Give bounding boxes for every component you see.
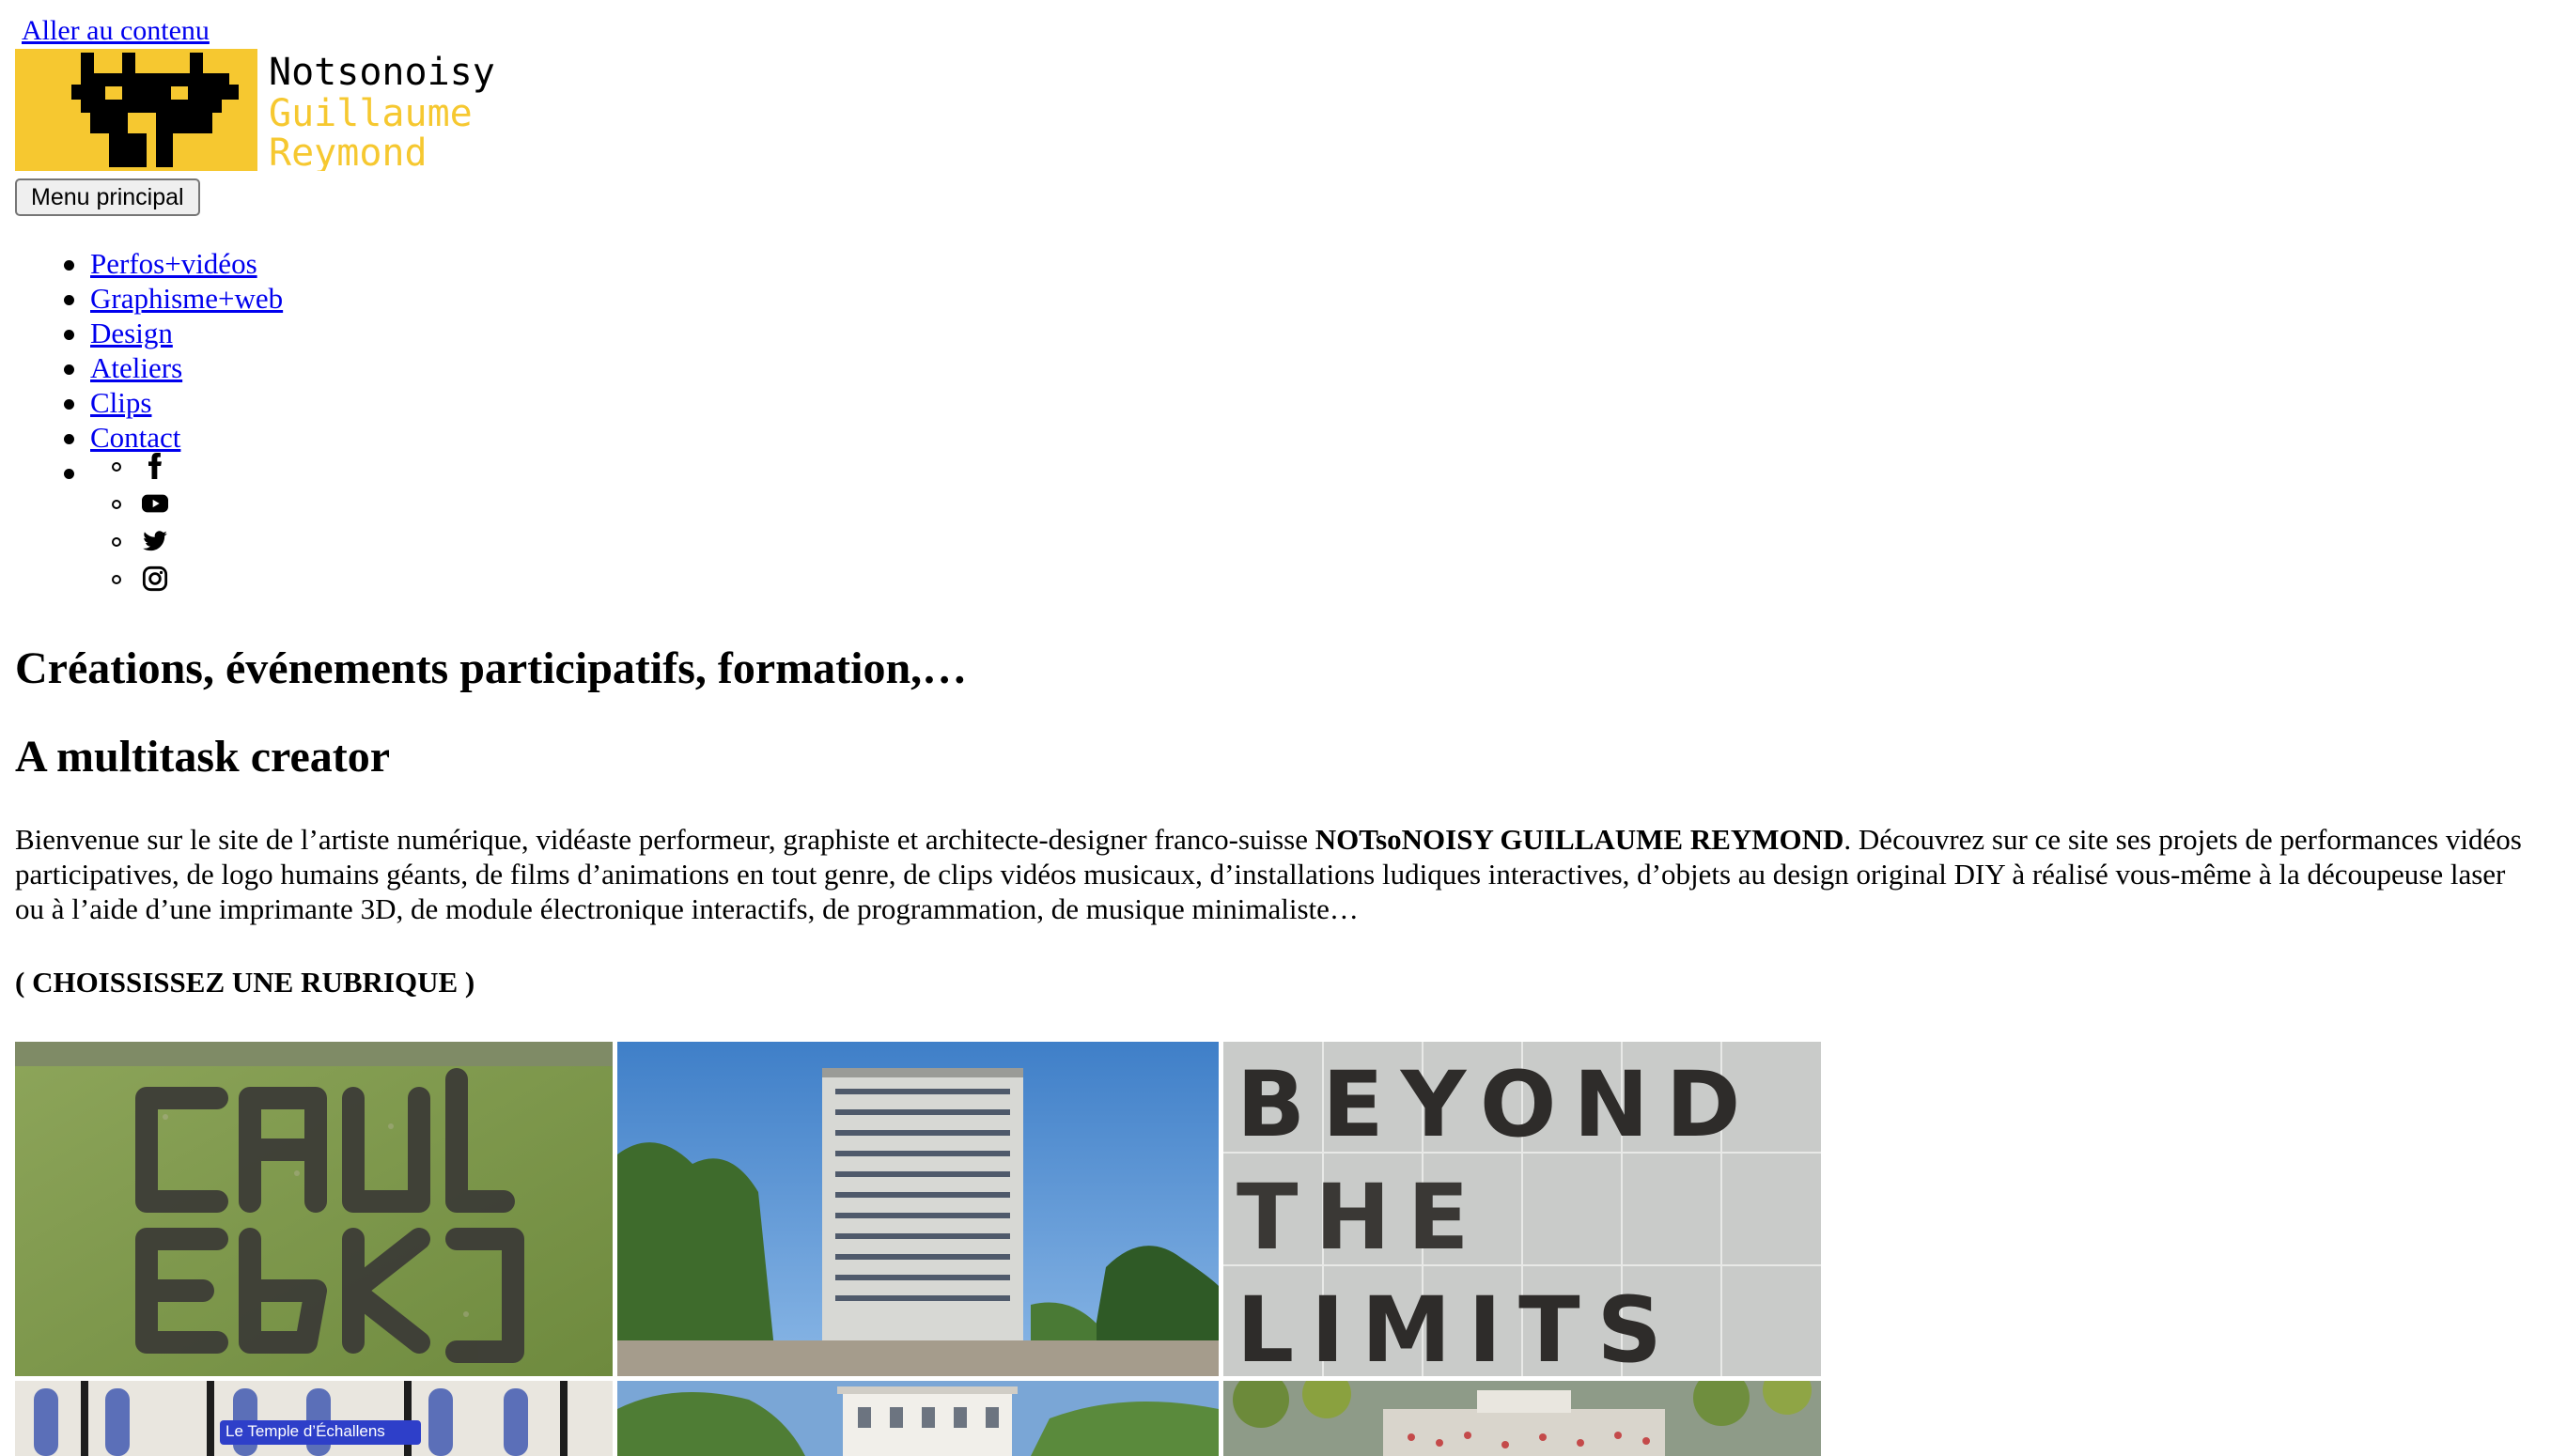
tile-plaza[interactable] <box>1223 1381 1821 1456</box>
intro-paragraph: Bienvenue sur le site de l’artiste numér… <box>15 822 2524 926</box>
plaza-image <box>1223 1381 1821 1456</box>
nav-link-perfos-videos[interactable]: Perfos+vidéos <box>90 247 257 280</box>
intro-text-start: Bienvenue sur le site de l’artiste numér… <box>15 823 1315 856</box>
limits-text: LIMITS <box>1237 1278 1679 1376</box>
svg-text:Notsonoisy: Notsonoisy <box>269 51 495 94</box>
social-item-facebook <box>112 445 168 483</box>
nav-item-perfos: Perfos+vidéos <box>15 246 283 281</box>
nav-item-social <box>15 452 283 605</box>
site-logo[interactable]: Notsonoisy Guillaume Reymond <box>15 49 496 175</box>
nav-link-clips[interactable]: Clips <box>90 386 151 419</box>
villa-image <box>617 1381 1219 1456</box>
human-logo-aerial-image <box>15 1042 613 1376</box>
social-item-twitter <box>112 520 168 558</box>
beyond-the-limits-image: BEYOND THE LIMITS <box>1223 1042 1821 1376</box>
logo-graphic: Notsonoisy Guillaume Reymond <box>15 49 495 175</box>
facebook-icon[interactable] <box>142 446 168 479</box>
nav-item-clips: Clips <box>15 385 283 420</box>
nav-item-design: Design <box>15 316 283 350</box>
tile-beyond-the-limits[interactable]: BEYOND THE LIMITS <box>1223 1042 1821 1376</box>
nav-item-graphisme: Graphisme+web <box>15 281 283 316</box>
page-title: Créations, événements participatifs, for… <box>15 643 968 693</box>
tile-human-logo-aerial[interactable] <box>15 1042 613 1376</box>
main-nav: Perfos+vidéos Graphisme+web Design Ateli… <box>15 246 283 605</box>
tile-villa[interactable] <box>617 1381 1219 1456</box>
svg-text:Guillaume: Guillaume <box>269 92 473 135</box>
the-text: THE <box>1237 1165 1486 1270</box>
artist-name: NOTsoNOISY GUILLAUME REYMOND <box>1315 823 1844 856</box>
nav-link-design[interactable]: Design <box>90 317 173 349</box>
page-subtitle: A multitask creator <box>15 732 391 782</box>
tile-temple[interactable]: Le Temple d’Échallens <box>15 1381 613 1456</box>
nav-item-ateliers: Ateliers <box>15 350 283 385</box>
social-item-youtube <box>112 483 168 520</box>
social-links <box>112 445 168 596</box>
youtube-icon[interactable] <box>142 484 168 517</box>
beyond-text: BEYOND <box>1237 1052 1757 1157</box>
tower-building-image <box>617 1042 1219 1376</box>
twitter-icon[interactable] <box>142 521 168 554</box>
choose-section-label: ( CHOISSISSEZ UNE RUBRIQUE ) <box>15 966 475 999</box>
skip-to-content-link[interactable]: Aller au contenu <box>22 15 210 47</box>
temple-caption: Le Temple d’Échallens <box>226 1422 385 1440</box>
svg-text:Reymond: Reymond <box>269 132 428 171</box>
main-menu-button[interactable]: Menu principal <box>15 178 200 216</box>
temple-image <box>15 1381 613 1456</box>
instagram-icon[interactable] <box>142 559 168 592</box>
social-item-instagram <box>112 558 168 596</box>
nav-link-ateliers[interactable]: Ateliers <box>90 351 182 384</box>
nav-link-graphisme-web[interactable]: Graphisme+web <box>90 282 283 315</box>
tile-tower-building[interactable] <box>617 1042 1219 1376</box>
